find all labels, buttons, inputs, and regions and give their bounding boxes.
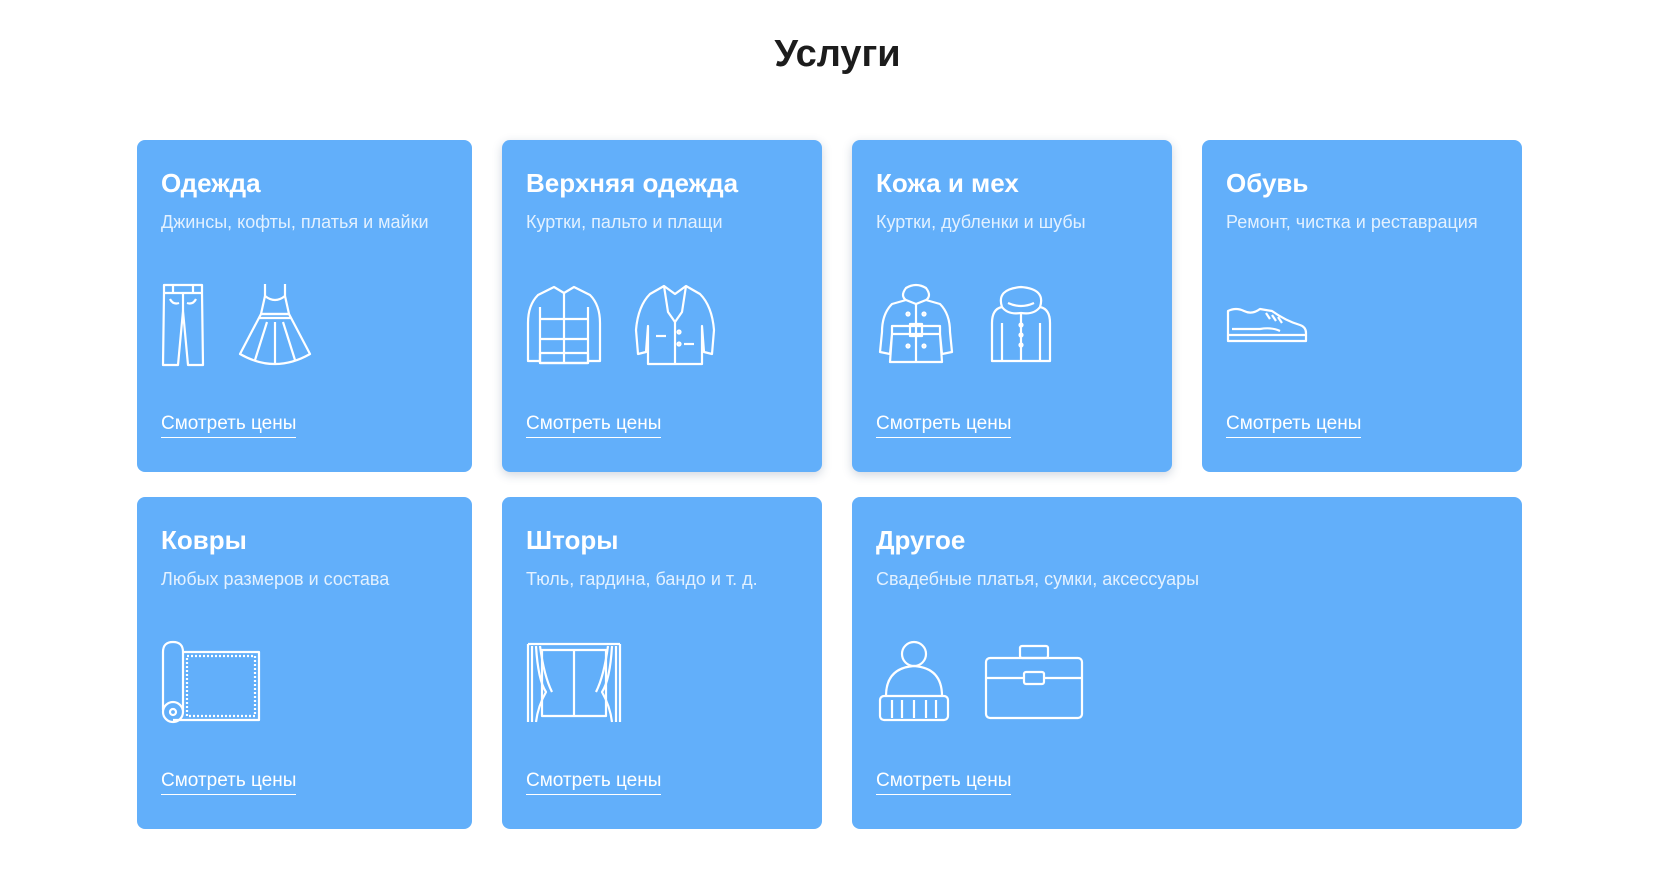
service-card-shoes[interactable]: Обувь Ремонт, чистка и реставрация Смотр… [1202,140,1522,472]
service-card-other[interactable]: Другое Свадебные платья, сумки, аксессуа… [852,497,1522,829]
service-card-leather-fur[interactable]: Кожа и мех Куртки, дубленки и шубы Смотр… [852,140,1172,472]
sheepskin-coat-icon [876,282,956,368]
card-title: Другое [876,525,966,555]
card-title: Кожа и мех [876,168,1019,198]
card-subtitle: Любых размеров и состава [161,569,390,589]
fur-coat-icon [988,283,1054,367]
service-card-clothing[interactable]: Одежда Джинсы, кофты, платья и майки Смо… [137,140,472,472]
carpet-roll-icon [161,640,261,724]
card-title: Верхняя одежда [526,168,739,198]
jacket-icon [526,283,602,367]
card-title: Одежда [161,168,261,198]
card-subtitle: Тюль, гардина, бандо и т. д. [526,569,758,589]
page-title: Услуги [774,33,901,75]
card-subtitle: Куртки, пальто и плащи [526,212,723,232]
view-prices-link[interactable]: Смотреть цены [526,413,662,438]
service-card-curtains[interactable]: Шторы Тюль, гардина, бандо и т. д. Смотр… [502,497,822,829]
service-card-carpets[interactable]: Ковры Любых размеров и состава Смотреть … [137,497,472,829]
card-subtitle: Джинсы, кофты, платья и майки [161,212,429,232]
service-card-outerwear[interactable]: Верхняя одежда Куртки, пальто и плащи См… [502,140,822,472]
view-prices-link[interactable]: Смотреть цены [161,770,297,795]
card-title: Ковры [161,525,247,555]
briefcase-icon [984,644,1084,720]
card-subtitle: Свадебные платья, сумки, аксессуары [876,569,1200,589]
jeans-icon [161,283,205,367]
sneaker-icon [1226,305,1308,345]
curtains-icon [526,640,622,724]
view-prices-link[interactable]: Смотреть цены [876,413,1012,438]
view-prices-link[interactable]: Смотреть цены [876,770,1012,795]
dress-icon [237,282,313,368]
view-prices-link[interactable]: Смотреть цены [526,770,662,795]
winter-hat-icon [876,640,952,724]
card-subtitle: Куртки, дубленки и шубы [876,212,1086,232]
view-prices-link[interactable]: Смотреть цены [161,413,297,438]
card-title: Шторы [526,525,619,555]
card-title: Обувь [1226,168,1309,198]
coat-icon [634,282,716,368]
card-subtitle: Ремонт, чистка и реставрация [1226,212,1478,232]
view-prices-link[interactable]: Смотреть цены [1226,413,1362,438]
